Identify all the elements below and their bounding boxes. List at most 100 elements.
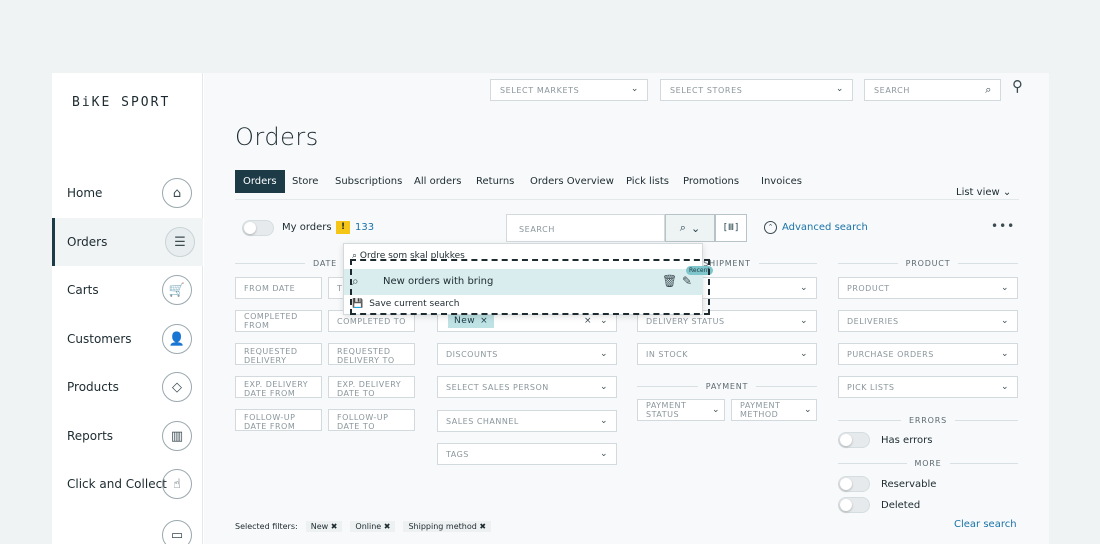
tag-icon: ◇ bbox=[162, 372, 192, 402]
page-title: Orders bbox=[235, 123, 319, 151]
barcode-scan-button[interactable]: [Ⅲ] bbox=[715, 214, 747, 242]
payment-method-label: PAYMENT METHOD bbox=[740, 401, 781, 419]
global-search-placeholder: SEARCH bbox=[874, 85, 910, 95]
select-stores-label: SELECT STORES bbox=[670, 85, 743, 95]
sales-person-select[interactable]: SELECT SALES PERSON ⌄ bbox=[437, 376, 617, 398]
sidebar-item-products[interactable]: Products ◇ bbox=[52, 363, 203, 411]
chevron-down-icon: ⌄ bbox=[835, 84, 844, 94]
close-icon[interactable]: × bbox=[480, 316, 488, 326]
chevron-down-icon: ⌄ bbox=[599, 416, 608, 426]
list-view-toggle[interactable]: List view ⌄ bbox=[956, 187, 1011, 198]
deleted-toggle[interactable] bbox=[838, 497, 870, 513]
requested-delivery-from-field[interactable]: REQUESTED DELIVERY FROM bbox=[235, 343, 322, 365]
sidebar-item-label: Reports bbox=[67, 429, 114, 443]
from-date-field[interactable]: FROM DATE bbox=[235, 277, 322, 299]
chevron-down-icon: ⌄ bbox=[1000, 283, 1009, 293]
global-search-input[interactable]: SEARCH ⌕ bbox=[864, 79, 1001, 101]
product-select[interactable]: PRODUCT ⌄ bbox=[838, 277, 1018, 299]
saved-search-item-active[interactable]: ⌕ New orders with bring 🗑 ✎ bbox=[344, 269, 703, 295]
tab-store[interactable]: Store bbox=[284, 170, 326, 193]
save-current-search-item[interactable]: 💾 Save current search bbox=[352, 299, 459, 309]
barcode-icon: [Ⅲ] bbox=[722, 223, 740, 233]
chip-label: New bbox=[310, 522, 329, 531]
selected-filters-label: Selected filters: bbox=[235, 522, 298, 531]
sidebar-item-label: Orders bbox=[67, 235, 108, 249]
box-icon: ▭ bbox=[162, 520, 192, 544]
home-icon: ⌂ bbox=[162, 178, 192, 208]
sidebar-item-carts[interactable]: Carts 🛒 bbox=[52, 266, 203, 314]
purchase-orders-select[interactable]: PURCHASE ORDERS ⌄ bbox=[838, 343, 1018, 365]
pick-lists-label: PICK LISTS bbox=[847, 382, 895, 392]
sidebar-item-more[interactable]: ▭ bbox=[52, 509, 203, 544]
my-orders-toggle[interactable] bbox=[242, 220, 274, 236]
payment-method-select[interactable]: PAYMENT METHOD ⌄ bbox=[731, 399, 817, 421]
advanced-search-link[interactable]: ⌃ Advanced search bbox=[764, 221, 868, 234]
chevron-down-icon: ⌄ bbox=[690, 221, 701, 235]
tab-returns[interactable]: Returns bbox=[468, 170, 522, 193]
sidebar-item-customers[interactable]: Customers 👤 bbox=[52, 315, 203, 363]
follow-up-to-field[interactable]: FOLLOW-UP DATE TO bbox=[328, 409, 415, 431]
selected-filter-chip[interactable]: Shipping method ✖ bbox=[403, 521, 492, 532]
chevron-down-icon: ⌄ bbox=[599, 316, 608, 326]
sales-channel-label: SALES CHANNEL bbox=[446, 416, 519, 426]
sidebar-item-home[interactable]: Home ⌂ bbox=[52, 169, 203, 217]
tab-promotions[interactable]: Promotions bbox=[675, 170, 747, 193]
payment-status-select[interactable]: PAYMENT STATUS ⌄ bbox=[637, 399, 725, 421]
tab-all-orders[interactable]: All orders bbox=[406, 170, 469, 193]
select-markets[interactable]: SELECT MARKETS ⌄ bbox=[490, 79, 648, 101]
saved-search-label: Ordre som skal plukkes bbox=[359, 251, 465, 261]
recent-badge: Recent bbox=[686, 266, 713, 275]
has-errors-toggle[interactable] bbox=[838, 432, 870, 448]
sidebar-item-reports[interactable]: Reports ▥ bbox=[52, 412, 203, 460]
in-stock-select[interactable]: IN STOCK ⌄ bbox=[637, 343, 817, 365]
selected-filter-chip[interactable]: New ✖ bbox=[305, 521, 343, 532]
chevron-down-icon: ⌄ bbox=[1000, 316, 1009, 326]
more-options-icon[interactable]: ••• bbox=[991, 219, 1015, 233]
follow-up-from-field[interactable]: FOLLOW-UP DATE FROM bbox=[235, 409, 322, 431]
search-button[interactable]: ⌕ ⌄ bbox=[665, 214, 715, 242]
discounts-select[interactable]: DISCOUNTS ⌄ bbox=[437, 343, 617, 365]
in-stock-label: IN STOCK bbox=[646, 349, 688, 359]
user-profile-icon[interactable]: ⚲ bbox=[1012, 77, 1023, 95]
pencil-icon[interactable]: ✎ bbox=[682, 274, 692, 288]
chevron-down-icon: ⌄ bbox=[1000, 349, 1009, 359]
tags-select[interactable]: TAGS ⌄ bbox=[437, 443, 617, 465]
deleted-label: Deleted bbox=[881, 500, 921, 511]
sidebar-item-label: Click and Collect bbox=[67, 477, 167, 491]
order-count[interactable]: 133 bbox=[355, 222, 374, 233]
sales-channel-select[interactable]: SALES CHANNEL ⌄ bbox=[437, 410, 617, 432]
tab-subscriptions[interactable]: Subscriptions bbox=[327, 170, 410, 193]
sidebar-item-orders[interactable]: Orders ☰ bbox=[52, 218, 203, 266]
chart-icon: ▥ bbox=[162, 421, 192, 451]
chevron-down-icon: ⌄ bbox=[711, 405, 720, 415]
cart-icon: 🛒 bbox=[162, 275, 192, 305]
reservable-toggle[interactable] bbox=[838, 476, 870, 492]
completed-from-field[interactable]: COMPLETED FROM bbox=[235, 310, 322, 332]
tags-label: TAGS bbox=[446, 449, 469, 459]
selected-filter-chip[interactable]: Online ✖ bbox=[350, 521, 396, 532]
sales-person-label: SELECT SALES PERSON bbox=[446, 382, 549, 392]
exp-delivery-to-field[interactable]: EXP. DELIVERY DATE TO bbox=[328, 376, 415, 398]
pick-lists-select[interactable]: PICK LISTS ⌄ bbox=[838, 376, 1018, 398]
saved-search-item[interactable]: ⌕ Ordre som skal plukkes bbox=[352, 251, 465, 261]
select-stores[interactable]: SELECT STORES ⌄ bbox=[660, 79, 853, 101]
sidebar-item-click-and-collect[interactable]: Click and Collect ☝ bbox=[52, 460, 203, 508]
tab-orders-overview[interactable]: Orders Overview bbox=[522, 170, 622, 193]
save-icon: 💾 bbox=[352, 299, 364, 309]
my-orders-label: My orders bbox=[282, 222, 332, 233]
deliveries-select[interactable]: DELIVERIES ⌄ bbox=[838, 310, 1018, 332]
clear-search-link[interactable]: Clear search bbox=[954, 519, 1017, 530]
chevron-down-icon: ⌄ bbox=[799, 316, 808, 326]
clear-icon[interactable]: × bbox=[584, 316, 592, 326]
user-icon: 👤 bbox=[162, 324, 192, 354]
tab-invoices[interactable]: Invoices bbox=[753, 170, 810, 193]
requested-delivery-to-field[interactable]: REQUESTED DELIVERY TO bbox=[328, 343, 415, 365]
status-chip[interactable]: New × bbox=[448, 314, 495, 328]
exp-delivery-from-field[interactable]: EXP. DELIVERY DATE FROM bbox=[235, 376, 322, 398]
brand-logo: BiKE SPORT bbox=[72, 95, 171, 110]
trash-icon[interactable]: 🗑 bbox=[662, 274, 677, 288]
chevron-down-icon: ⌄ bbox=[599, 449, 608, 459]
order-search-input[interactable]: SEARCH bbox=[506, 214, 665, 242]
tab-pick-lists[interactable]: Pick lists bbox=[618, 170, 677, 193]
tab-orders[interactable]: Orders bbox=[235, 170, 285, 193]
